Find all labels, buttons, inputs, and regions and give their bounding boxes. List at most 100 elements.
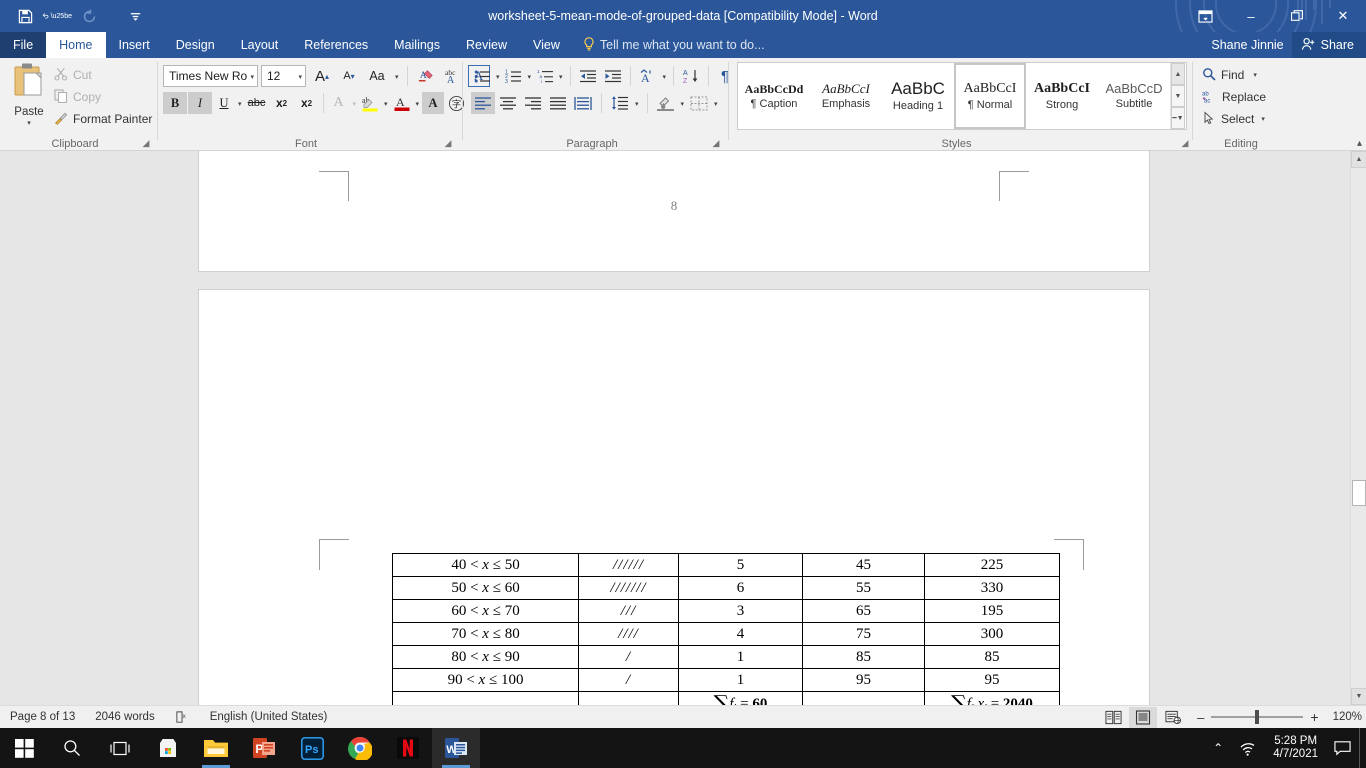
tab-references[interactable]: References: [291, 32, 381, 58]
font-name-combobox[interactable]: Times New Ro ▾: [163, 65, 258, 87]
multilevel-list-icon[interactable]: 1ai: [534, 65, 556, 87]
paragraph-dialog-launcher[interactable]: ◢: [710, 137, 722, 149]
tab-mailings[interactable]: Mailings: [381, 32, 453, 58]
clipboard-dialog-launcher[interactable]: ◢: [140, 137, 152, 149]
numbering-icon[interactable]: 123: [503, 65, 525, 87]
customize-qat-icon[interactable]: [120, 3, 150, 29]
font-color-chevron-down-icon[interactable]: ▾: [414, 92, 422, 114]
underline-chevron-down-icon[interactable]: ▾: [236, 92, 244, 114]
select-chevron-down-icon[interactable]: ▾: [1261, 115, 1265, 123]
line-spacing-chevron-down-icon[interactable]: ▾: [633, 92, 641, 114]
styles-scroll-down-icon[interactable]: ▼: [1171, 85, 1185, 107]
chrome-icon[interactable]: [336, 728, 384, 768]
font-color-icon[interactable]: A: [391, 92, 413, 114]
file-explorer-icon[interactable]: [192, 728, 240, 768]
tab-insert[interactable]: Insert: [106, 32, 163, 58]
styles-scroll-up-icon[interactable]: ▲: [1171, 63, 1185, 85]
read-mode-icon[interactable]: [1099, 707, 1127, 728]
replace-button[interactable]: ab ac Replace: [1202, 86, 1266, 108]
tab-home[interactable]: Home: [46, 32, 106, 58]
ribbon-display-options-icon[interactable]: [1182, 0, 1228, 32]
wifi-icon[interactable]: [1231, 741, 1265, 756]
share-button[interactable]: Share: [1291, 32, 1366, 58]
show-hidden-icons-chevron-up-icon[interactable]: ⌃: [1205, 741, 1231, 755]
frequency-table[interactable]: 40 < x ≤ 50 ////// 5 45 225 50 < x ≤ 60 …: [392, 553, 1060, 705]
scrollbar-thumb[interactable]: [1352, 480, 1366, 506]
style-item-strong[interactable]: AaBbCcI Strong: [1026, 63, 1098, 129]
word-count[interactable]: 2046 words: [85, 711, 164, 723]
bullets-chevron-down-icon[interactable]: ▾: [494, 65, 502, 87]
zoom-in-button[interactable]: +: [1310, 709, 1318, 725]
zoom-slider[interactable]: – +: [1189, 709, 1326, 725]
text-effects-icon[interactable]: abc A: [441, 65, 465, 87]
text-effects-typography-icon[interactable]: A: [328, 92, 350, 114]
table-row[interactable]: 70 < x ≤ 80 //// 4 75 300: [392, 622, 1060, 646]
superscript-button[interactable]: x2: [295, 92, 319, 114]
restore-button[interactable]: [1274, 0, 1320, 32]
shrink-font-button[interactable]: A ▾: [337, 65, 361, 87]
shading-chevron-down-icon[interactable]: ▾: [679, 92, 687, 114]
zoom-thumb[interactable]: [1255, 710, 1260, 724]
collapse-ribbon-icon[interactable]: ▴: [1357, 138, 1362, 149]
page-indicator[interactable]: Page 8 of 13: [0, 711, 85, 723]
bullets-icon[interactable]: [471, 65, 493, 87]
table-row[interactable]: 90 < x ≤ 100 / 1 95 95: [392, 668, 1060, 692]
web-layout-icon[interactable]: [1159, 707, 1187, 728]
document-canvas[interactable]: 8 40 < x ≤ 50 ////// 5 45 225 50 < x ≤ 6…: [0, 151, 1350, 705]
tab-file[interactable]: File: [0, 32, 47, 58]
subscript-button[interactable]: x2: [270, 92, 294, 114]
zoom-track[interactable]: [1211, 710, 1304, 724]
find-chevron-down-icon[interactable]: ▾: [1253, 71, 1257, 79]
tell-me-search[interactable]: Tell me what you want to do...: [573, 32, 775, 58]
shading-icon[interactable]: [654, 92, 678, 114]
borders-chevron-down-icon[interactable]: ▾: [712, 92, 720, 114]
decrease-indent-icon[interactable]: [576, 65, 600, 87]
zoom-level[interactable]: 120%: [1329, 711, 1362, 723]
table-row[interactable]: 80 < x ≤ 90 / 1 85 85: [392, 645, 1060, 669]
photoshop-icon[interactable]: Ps: [288, 728, 336, 768]
redo-icon[interactable]: [74, 3, 104, 29]
font-name-chevron-down-icon[interactable]: ▾: [250, 66, 254, 88]
bold-button[interactable]: B: [163, 92, 187, 114]
style-item-subtitle[interactable]: AaBbCcD Subtitle: [1098, 63, 1170, 129]
undo-icon[interactable]: \u25be: [42, 3, 72, 29]
style-item-normal[interactable]: AaBbCcI ¶ Normal: [954, 63, 1026, 129]
table-row[interactable]: 60 < x ≤ 70 /// 3 65 195: [392, 599, 1060, 623]
underline-button[interactable]: U: [213, 92, 235, 114]
search-icon[interactable]: [48, 728, 96, 768]
styles-dialog-launcher[interactable]: ◢: [1179, 137, 1191, 149]
copy-button[interactable]: Copy: [52, 86, 152, 108]
select-button[interactable]: Select ▾: [1202, 108, 1266, 130]
text-highlight-color-icon[interactable]: ab: [359, 92, 381, 114]
strikethrough-button[interactable]: abc: [245, 92, 269, 114]
clear-formatting-icon[interactable]: A: [414, 65, 438, 87]
table-row[interactable]: 50 < x ≤ 60 /////// 6 55 330: [392, 576, 1060, 600]
save-icon[interactable]: [10, 3, 40, 29]
increase-indent-icon[interactable]: [601, 65, 625, 87]
task-view-icon[interactable]: [96, 728, 144, 768]
change-case-chevron-down-icon[interactable]: ▾: [393, 65, 401, 87]
borders-icon[interactable]: [687, 92, 711, 114]
align-right-icon[interactable]: [521, 92, 545, 114]
tab-review[interactable]: Review: [453, 32, 520, 58]
table-row-totals[interactable]: ∑fi = 60 ∑fi.xi = 2040: [392, 691, 1060, 705]
language-indicator[interactable]: English (United States): [200, 711, 338, 723]
minimize-button[interactable]: –: [1228, 0, 1274, 32]
font-dialog-launcher[interactable]: ◢: [442, 137, 454, 149]
start-button[interactable]: [0, 728, 48, 768]
taskbar-clock[interactable]: 5:28 PM 4/7/2021: [1265, 735, 1326, 761]
paste-chevron-down-icon[interactable]: ▾: [27, 119, 31, 127]
change-case-button[interactable]: Aa: [364, 65, 390, 87]
styles-more-icon[interactable]: ━▼: [1171, 107, 1185, 129]
align-left-icon[interactable]: [471, 92, 495, 114]
word-icon[interactable]: W: [432, 728, 480, 768]
font-size-chevron-down-icon[interactable]: ▾: [298, 66, 302, 88]
text-effects-chevron-down-icon[interactable]: ▾: [351, 92, 359, 114]
numbering-chevron-down-icon[interactable]: ▾: [526, 65, 534, 87]
justify-icon[interactable]: [546, 92, 570, 114]
multilevel-chevron-down-icon[interactable]: ▾: [557, 65, 565, 87]
font-size-combobox[interactable]: 12 ▾: [261, 65, 306, 87]
align-center-icon[interactable]: [496, 92, 520, 114]
show-desktop-button[interactable]: [1359, 728, 1366, 768]
distributed-icon[interactable]: [571, 92, 595, 114]
